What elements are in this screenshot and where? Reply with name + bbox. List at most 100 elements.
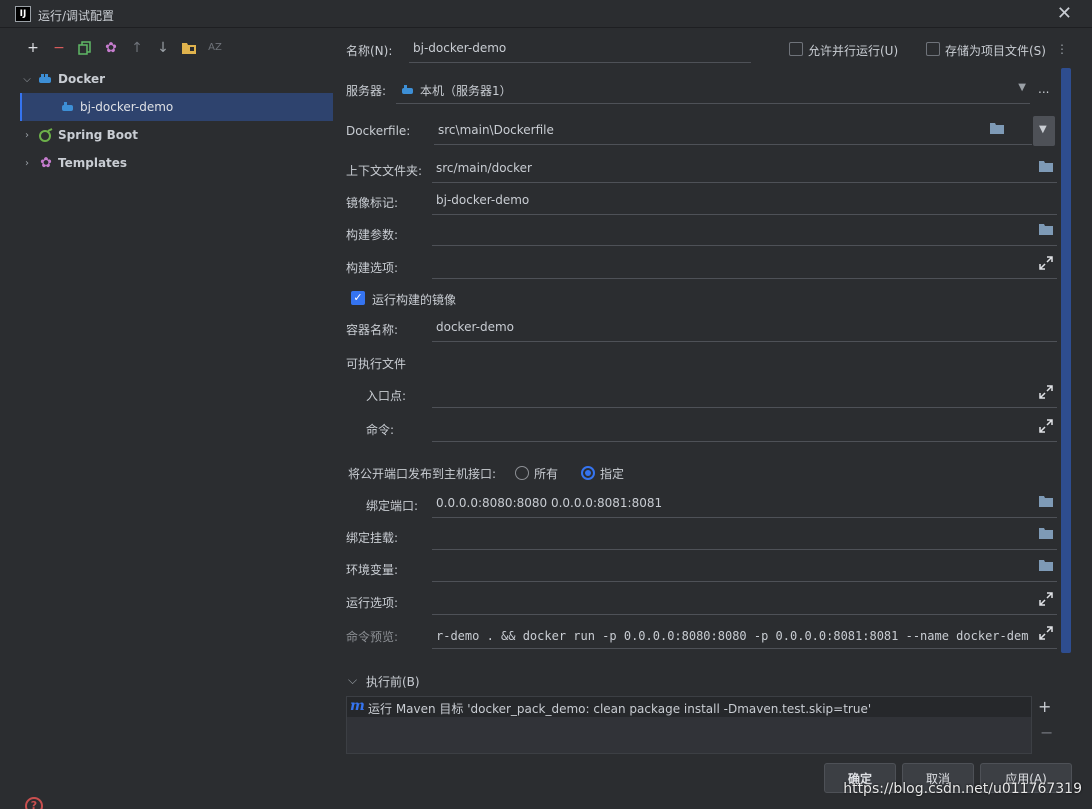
chevron-right-icon[interactable]: › (20, 130, 34, 141)
env-vars-field[interactable] (432, 552, 1057, 582)
scrollbar[interactable] (1061, 68, 1071, 653)
sort-icon[interactable]: AZ (207, 40, 223, 56)
radio-specified[interactable] (581, 466, 595, 480)
expand-icon[interactable] (1039, 256, 1053, 270)
remove-task-button[interactable]: − (1040, 723, 1053, 742)
tree-node-docker[interactable]: ⌵ Docker (20, 65, 333, 93)
browse-folder-icon[interactable] (1039, 495, 1053, 507)
context-folder-field[interactable]: src/main/docker (432, 153, 1057, 183)
expand-icon[interactable] (1039, 385, 1053, 399)
browse-folder-icon[interactable] (1039, 559, 1053, 571)
expand-icon[interactable] (1039, 592, 1053, 606)
before-launch-label[interactable]: 执行前(B) (366, 673, 420, 690)
docker-icon (38, 71, 54, 87)
app-icon: IJ (15, 6, 31, 22)
image-tag-field[interactable]: bj-docker-demo (432, 185, 1057, 215)
bind-ports-label: 绑定端口: (366, 499, 419, 513)
dockerfile-field[interactable]: src\main\Dockerfile (434, 115, 1032, 145)
browse-folder-icon[interactable] (1039, 160, 1053, 172)
expand-icon[interactable] (1039, 626, 1053, 640)
title-bar: IJ 运行/调试配置 ✕ (0, 0, 1092, 28)
watermark: https://blog.csdn.net/u011767319 (843, 781, 1082, 797)
container-name-field[interactable]: docker-demo (432, 312, 1057, 342)
env-vars-label: 环境变量: (346, 563, 399, 577)
dropdown-arrow-icon: ▼ (1039, 124, 1047, 135)
move-down-icon[interactable]: ↓ (155, 40, 171, 56)
build-args-field[interactable] (432, 216, 1057, 246)
command-preview-value: r-demo . && docker run -p 0.0.0.0:8080:8… (436, 629, 1028, 643)
chevron-down-icon[interactable]: ⌵ (20, 74, 34, 85)
command-preview-label: 命令预览: (346, 630, 399, 644)
copy-icon[interactable] (77, 40, 93, 56)
add-icon[interactable]: + (25, 40, 41, 56)
radio-all-label: 所有 (534, 467, 559, 481)
folder-icon[interactable] (181, 40, 197, 56)
settings-icon[interactable]: ✿ (103, 40, 119, 56)
radio-all[interactable] (515, 466, 529, 480)
context-folder-label: 上下文文件夹: (346, 164, 423, 178)
config-form: 名称(N): bj-docker-demo 允许并行运行(U) 存储为项目文件(… (334, 29, 1092, 809)
run-built-image-checkbox[interactable]: ✓ (351, 291, 365, 305)
before-launch-item-label: 运行 Maven 目标 'docker_pack_demo: clean pac… (368, 702, 872, 716)
entrypoint-label: 入口点: (366, 389, 407, 403)
allow-parallel-checkbox[interactable] (789, 42, 803, 56)
name-value: bj-docker-demo (413, 41, 507, 55)
help-icon[interactable]: ? (25, 797, 43, 809)
before-launch-list: m 运行 Maven 目标 'docker_pack_demo: clean p… (346, 696, 1032, 754)
run-options-label: 运行选项: (346, 596, 399, 610)
bind-mounts-label: 绑定挂载: (346, 531, 399, 545)
dockerfile-value: src\main\Dockerfile (438, 123, 554, 137)
build-options-label: 构建选项: (346, 261, 399, 275)
browse-folder-icon[interactable] (990, 122, 1004, 134)
server-select[interactable]: 本机（服务器1） ▼ (396, 74, 1030, 104)
bind-ports-value: 0.0.0.0:8080:8080 0.0.0.0:8081:8081 (436, 496, 663, 510)
tree-toolbar: + − ✿ ↑ ↓ AZ (25, 39, 223, 57)
move-up-icon[interactable]: ↑ (129, 40, 145, 56)
chevron-right-icon[interactable]: › (20, 158, 34, 169)
add-task-button[interactable]: + (1038, 697, 1051, 716)
run-built-image-label: 运行构建的镜像 (372, 293, 457, 307)
dropdown-arrow-icon: ▼ (1018, 82, 1026, 93)
kebab-menu-icon[interactable]: ⋮ (1056, 42, 1068, 56)
image-tag-label: 镜像标记: (346, 196, 399, 210)
wrench-settings-icon: ✿ (40, 155, 52, 171)
store-as-file-checkbox[interactable] (926, 42, 940, 56)
tree-node-bj-docker-demo[interactable]: bj-docker-demo (20, 93, 333, 121)
command-field[interactable] (432, 412, 1057, 442)
name-field[interactable]: bj-docker-demo (409, 33, 751, 63)
expand-icon[interactable] (1039, 419, 1053, 433)
build-options-field[interactable] (432, 249, 1057, 279)
tree-node-label: Spring Boot (58, 128, 138, 142)
config-tree-panel: + − ✿ ↑ ↓ AZ ⌵ Docker bj-docker-demo › S… (0, 29, 333, 809)
command-label: 命令: (366, 423, 395, 437)
dockerfile-dropdown-button[interactable]: ▼ (1033, 116, 1055, 146)
dockerfile-label: Dockerfile: (346, 124, 411, 138)
context-folder-value: src/main/docker (436, 161, 532, 175)
bind-mounts-field[interactable] (432, 520, 1057, 550)
list-item[interactable]: m 运行 Maven 目标 'docker_pack_demo: clean p… (347, 697, 1031, 717)
tree-node-label: bj-docker-demo (80, 100, 174, 114)
window-title: 运行/调试配置 (38, 9, 115, 23)
browse-folder-icon[interactable] (1039, 527, 1053, 539)
docker-icon (400, 82, 416, 98)
close-icon[interactable]: ✕ (1057, 3, 1072, 24)
run-options-field[interactable] (432, 585, 1057, 615)
store-as-file-label: 存储为项目文件(S) (945, 44, 1046, 58)
spring-boot-icon (38, 127, 54, 143)
server-more-button[interactable]: ... (1038, 82, 1049, 96)
container-name-label: 容器名称: (346, 323, 399, 337)
remove-icon[interactable]: − (51, 40, 67, 56)
server-value: 本机（服务器1） (420, 84, 512, 98)
radio-specified-label: 指定 (600, 467, 625, 481)
server-label: 服务器: (346, 84, 387, 98)
name-label: 名称(N): (346, 44, 393, 58)
tree-node-label: Docker (58, 72, 106, 86)
bind-ports-field[interactable]: 0.0.0.0:8080:8080 0.0.0.0:8081:8081 (432, 488, 1057, 518)
browse-folder-icon[interactable] (1039, 223, 1053, 235)
executable-section-title: 可执行文件 (346, 357, 407, 371)
entrypoint-field[interactable] (432, 378, 1057, 408)
command-preview-field: r-demo . && docker run -p 0.0.0.0:8080:8… (432, 619, 1057, 649)
tree-node-spring-boot[interactable]: › Spring Boot (20, 121, 333, 149)
chevron-down-icon[interactable]: ⌵ (348, 673, 357, 688)
tree-node-templates[interactable]: › ✿ Templates (20, 149, 333, 177)
